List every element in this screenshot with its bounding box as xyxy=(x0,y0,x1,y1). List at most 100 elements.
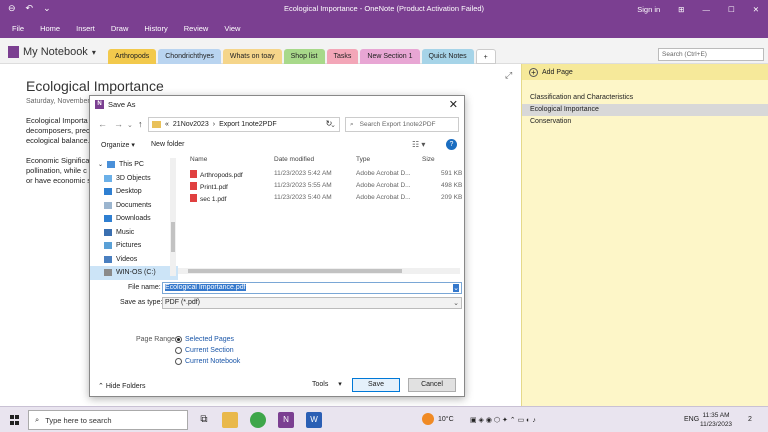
weather-icon[interactable] xyxy=(422,413,434,425)
file-name-label: File name: xyxy=(128,284,161,291)
column-header-date[interactable]: Date modified xyxy=(274,156,314,168)
nav-item-music[interactable]: Music xyxy=(90,226,178,240)
minimize-icon[interactable]: — xyxy=(693,5,719,14)
section-tab-quick-notes[interactable]: Quick Notes xyxy=(421,49,474,64)
file-name: Arthropods.pdf xyxy=(200,172,243,179)
forward-arrow-icon[interactable]: → xyxy=(114,119,123,129)
documents-icon xyxy=(104,201,112,209)
nav-scrollbar[interactable] xyxy=(170,158,176,276)
expand-icon[interactable]: ⤢ xyxy=(505,70,512,81)
chrome-icon[interactable] xyxy=(250,412,266,428)
ribbon-display-icon[interactable]: ⊞ xyxy=(669,5,693,14)
close-window-icon[interactable]: ✕ xyxy=(744,5,768,14)
help-icon[interactable]: ? xyxy=(446,139,457,150)
refresh-icon[interactable]: ↻ xyxy=(320,119,338,132)
section-tab-chondrichthyes[interactable]: Chondrichthyes xyxy=(158,49,221,64)
chevron-down-icon[interactable]: ⌄ xyxy=(98,161,103,168)
column-header-type[interactable]: Type xyxy=(356,156,370,168)
file-name: Print1.pdf xyxy=(200,184,228,191)
chevron-down-icon[interactable]: ⌄ xyxy=(453,284,459,292)
notebook-search-input[interactable]: Search (Ctrl+E) xyxy=(658,48,764,61)
nav-item-documents[interactable]: Documents xyxy=(90,199,178,213)
page-item[interactable]: Ecological Importance xyxy=(522,104,768,116)
section-tab-arthropods[interactable]: Arthropods xyxy=(108,49,157,64)
file-row[interactable]: sec 1.pdf 11/23/2023 5:40 AM Adobe Acrob… xyxy=(186,192,462,204)
view-options-icon[interactable]: ☷ ▾ xyxy=(412,140,425,149)
text-line: Economic Significa xyxy=(26,156,90,165)
nav-item-downloads[interactable]: Downloads xyxy=(90,212,178,226)
file-explorer-icon[interactable] xyxy=(222,412,238,428)
nav-item-win-os-c[interactable]: WIN-OS (C:) xyxy=(90,266,178,280)
windows-start-icon[interactable] xyxy=(10,415,20,425)
radio-button[interactable] xyxy=(175,347,182,354)
page-item[interactable]: Conservation xyxy=(522,116,768,128)
back-arrow-icon[interactable]: ← xyxy=(98,119,107,129)
organize-button[interactable]: Organize ▾ xyxy=(101,141,135,149)
signin-link[interactable]: Sign in xyxy=(628,5,669,14)
section-tab-shop-list[interactable]: Shop list xyxy=(283,49,325,64)
notebook-icon xyxy=(8,46,19,58)
clock[interactable]: 11:35 AM 11/23/2023 xyxy=(700,411,732,429)
breadcrumb-overflow[interactable]: « xyxy=(165,121,169,128)
section-tab-whats-on-toay[interactable]: Whats on toay xyxy=(222,49,282,64)
radio-button[interactable] xyxy=(175,336,182,343)
notification-icon[interactable]: 2 xyxy=(748,416,752,423)
address-bar[interactable]: « 21Nov2023 › Export 1note2PDF ⌄ xyxy=(148,117,340,132)
section-tab-tasks[interactable]: Tasks xyxy=(326,49,359,64)
menu-draw[interactable]: Draw xyxy=(103,24,137,33)
task-view-icon[interactable]: ⧉ xyxy=(196,412,212,428)
close-icon[interactable]: ✕ xyxy=(449,98,458,111)
text-line: Ecological Importa xyxy=(26,116,88,125)
add-section-button[interactable]: + xyxy=(475,49,496,64)
menu-review[interactable]: Review xyxy=(176,24,217,33)
menu-home[interactable]: Home xyxy=(32,24,68,33)
radio-current-notebook[interactable]: Current Notebook xyxy=(175,358,240,365)
breadcrumb-item[interactable]: 21Nov2023 xyxy=(173,121,209,128)
nav-item-pictures[interactable]: Pictures xyxy=(90,239,178,253)
file-row[interactable]: Arthropods.pdf 11/23/2023 5:42 AM Adobe … xyxy=(186,168,462,180)
chevron-up-icon: ⌃ xyxy=(98,383,104,390)
word-icon[interactable]: W xyxy=(306,412,322,428)
notebook-picker[interactable]: My Notebook ▾ xyxy=(8,46,96,58)
nav-item-desktop[interactable]: Desktop xyxy=(90,185,178,199)
nav-item-this-pc[interactable]: ⌄ This PC xyxy=(90,158,178,172)
page-item[interactable]: Classification and Characteristics xyxy=(522,92,768,104)
section-tab-new-section-1[interactable]: New Section 1 xyxy=(360,49,420,64)
save-button[interactable]: Save xyxy=(352,378,400,392)
add-page-button[interactable]: + Add Page xyxy=(522,64,768,80)
language-indicator[interactable]: ENG xyxy=(684,416,699,423)
text-line xyxy=(26,146,96,156)
nav-item-3d-objects[interactable]: 3D Objects xyxy=(90,172,178,186)
radio-selected-pages[interactable]: Selected Pages xyxy=(175,336,234,343)
maximize-icon[interactable]: ☐ xyxy=(719,5,744,14)
menu-history[interactable]: History xyxy=(136,24,175,33)
new-folder-button[interactable]: New folder xyxy=(151,141,184,148)
cancel-button[interactable]: Cancel xyxy=(408,378,456,392)
page-title[interactable]: Ecological Importance xyxy=(26,78,164,94)
save-type-select[interactable]: PDF (*.pdf) ⌄ xyxy=(162,297,462,309)
column-header-size[interactable]: Size xyxy=(422,156,435,168)
file-list-scrollbar[interactable] xyxy=(178,268,460,274)
folder-search-input[interactable]: ⌕ Search Export 1note2PDF xyxy=(345,117,459,132)
weather-temp[interactable]: 10°C xyxy=(438,416,454,423)
menu-view[interactable]: View xyxy=(216,24,248,33)
menu-file[interactable]: File xyxy=(4,24,32,33)
onenote-taskbar-icon[interactable]: N xyxy=(278,412,294,428)
tools-dropdown[interactable]: Tools ▾ xyxy=(312,380,342,388)
taskbar-search[interactable]: ⌕ Type here to search xyxy=(28,410,188,430)
scrollbar-thumb[interactable] xyxy=(188,269,402,273)
file-name-field[interactable]: Ecological Importance.pdf ⌄ xyxy=(162,282,462,294)
file-row[interactable]: Print1.pdf 11/23/2023 5:55 AM Adobe Acro… xyxy=(186,180,462,192)
radio-current-section[interactable]: Current Section xyxy=(175,347,234,354)
column-header-name[interactable]: Name xyxy=(190,156,207,168)
radio-button[interactable] xyxy=(175,358,182,365)
up-arrow-icon[interactable]: ↑ xyxy=(138,119,143,129)
nav-item-videos[interactable]: Videos xyxy=(90,253,178,267)
breadcrumb-item[interactable]: Export 1note2PDF xyxy=(219,121,277,128)
chevron-down-icon[interactable]: ⌄ xyxy=(127,121,133,129)
system-tray-icons[interactable]: ▣ ◈ ◉ ⬡ ✦ ⌃ ▭ ◐ ♪ xyxy=(470,416,536,424)
scrollbar-thumb[interactable] xyxy=(171,222,175,252)
hide-folders-button[interactable]: ⌃ Hide Folders xyxy=(98,382,146,390)
page-body[interactable]: Ecological Importa decomposers, prec eco… xyxy=(26,116,96,186)
menu-insert[interactable]: Insert xyxy=(68,24,103,33)
